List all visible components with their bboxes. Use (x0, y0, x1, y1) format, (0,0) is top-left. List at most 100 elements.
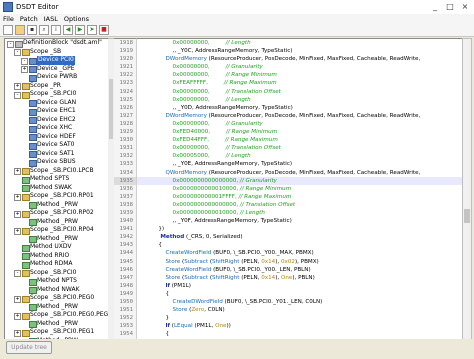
code-line[interactable]: 0xFED44FFF, // Range Maximum (137, 136, 462, 144)
collapse-icon[interactable]: - (14, 91, 21, 99)
tree-node[interactable]: Method _PRW (5, 303, 109, 311)
code-line[interactable]: 0x00000000, // Translation Offset (137, 88, 462, 96)
expand-icon[interactable]: + (14, 295, 21, 303)
forward-arrow-icon[interactable]: ▶ (75, 25, 85, 35)
code-line[interactable]: CreateDWordField (BUF0, \_SB.PCI0._Y01._… (137, 298, 462, 306)
code-line[interactable]: 0x00000000, // Range Minimum (137, 71, 462, 79)
find-icon[interactable]: ⌕ (39, 25, 49, 35)
code-line[interactable]: Store (Subtract (ShiftRight (PELN, 0x14)… (137, 274, 462, 282)
tree-node[interactable]: + Scope _PR (5, 82, 109, 90)
tree-node[interactable]: Device SAT0 (5, 141, 109, 150)
code-line[interactable]: 0xFED40000, // Range Minimum (137, 128, 462, 136)
code-line[interactable]: ,, _Y0F, AddressRangeMemory, TypeStatic) (137, 217, 462, 225)
tree-node[interactable]: + Scope _SB.PCI0.RP04 (5, 226, 109, 235)
menu-file[interactable]: File (0, 15, 17, 23)
code-line[interactable]: { (137, 290, 462, 298)
code-line[interactable]: If (LEqual (PM1L, One)) (137, 322, 462, 330)
tree-node[interactable]: + Scope _SB.PCI0.RP02 (5, 209, 109, 218)
code-line[interactable]: 0x00000000, // Granularity (137, 120, 462, 128)
code-line[interactable]: }) (137, 225, 462, 233)
minimize-button[interactable]: _ (429, 2, 441, 12)
code-line[interactable]: 0x00000000, // Length (137, 39, 462, 47)
code-line[interactable]: Store (Subtract (ShiftRight (PELN, 0x14)… (137, 258, 462, 266)
tree-node[interactable]: Device SBUS (5, 158, 109, 167)
tree-node[interactable]: + Scope _SB.PCI0.LPCB (5, 167, 109, 175)
new-file-icon[interactable] (3, 25, 13, 35)
expand-icon[interactable]: + (21, 66, 28, 73)
code-line[interactable]: CreateWordField (BUF0, \_SB.PCI0._Y00._L… (137, 266, 462, 274)
code-line[interactable]: { (137, 241, 462, 249)
dsdt-tree-view[interactable]: - DefinitionBlock "dsdt.aml" - Scope _SB - De… (4, 38, 110, 340)
menu-iasl[interactable]: IASL (41, 15, 61, 23)
tree-node[interactable]: - DefinitionBlock "dsdt.aml" (5, 39, 109, 48)
code-line[interactable]: } (137, 314, 462, 322)
code-line[interactable]: 0xFEAFFFFF, // Range Maximum (137, 79, 462, 87)
collapse-icon[interactable]: - (7, 40, 14, 48)
tree-node[interactable]: Method _PRW (5, 201, 109, 209)
update-tree-button[interactable]: Update tree (6, 341, 52, 354)
tree-node[interactable]: Device SAT1 (5, 150, 109, 158)
save-icon[interactable]: ▪ (27, 25, 37, 35)
tree-node[interactable]: Method _PRW (5, 218, 109, 226)
tree-node[interactable]: Method _PRW (5, 320, 109, 328)
tree-node[interactable]: + Scope _SB.PCI0.PEG0.PEGP (5, 311, 109, 320)
code-line[interactable]: CreateWordField (BUF0, \_SB.PCI0._Y00._M… (137, 249, 462, 257)
tree-node[interactable]: Method UXDV (5, 243, 109, 252)
expand-icon[interactable]: + (14, 227, 21, 235)
expand-icon[interactable]: + (14, 312, 21, 320)
expand-icon[interactable]: + (14, 210, 21, 218)
tree-node[interactable]: Method SWAK (5, 184, 109, 192)
menu-options[interactable]: Options (61, 15, 92, 23)
editor-scrollbar-thumb[interactable] (464, 209, 470, 223)
tree-node[interactable]: + Device _GPE (5, 65, 109, 73)
tree-node[interactable]: Device EHC1 (5, 107, 109, 116)
expand-icon[interactable]: + (14, 168, 21, 175)
code-line[interactable]: Method (_CRS, 0, Serialized) (137, 233, 462, 241)
tree-node[interactable]: + Scope _SB.PCI0.PEG0 (5, 294, 109, 303)
stop-icon[interactable]: ■ (99, 25, 109, 35)
tree-node[interactable]: Method NWAK (5, 286, 109, 294)
tree-node[interactable]: + Scope _SB.PCI0.RP01 (5, 192, 109, 201)
info-icon[interactable]: i (51, 25, 61, 35)
tree-node[interactable]: Method RDMA (5, 260, 109, 269)
tree-node[interactable]: Device GLAN (5, 99, 109, 107)
run-icon[interactable]: ➤ (87, 25, 97, 35)
tree-node[interactable]: Method _PRW (5, 235, 109, 243)
tree-node[interactable]: - Scope _SB.PCI0 (5, 269, 109, 277)
tree-node[interactable]: - Scope _SB (5, 48, 109, 56)
code-line[interactable]: Store (Zero, C0LN) (137, 306, 462, 314)
code-line[interactable]: QWordMemory (ResourceProducer, PosDecode… (137, 169, 462, 177)
code-line[interactable]: DWordMemory (ResourceProducer, PosDecode… (137, 55, 462, 63)
expand-icon[interactable]: + (14, 83, 21, 90)
tree-scrollbar-thumb[interactable] (109, 79, 113, 139)
code-line[interactable]: 0x0000000000000000, // Granularity (137, 176, 462, 185)
code-line[interactable]: 0x0000000000010000, // Length (137, 209, 462, 217)
tree-node[interactable]: Device PWRB (5, 73, 109, 82)
tree-node[interactable]: Method NPTS (5, 277, 109, 286)
expand-icon[interactable]: + (14, 329, 21, 337)
open-folder-icon[interactable] (15, 25, 25, 35)
maximize-button[interactable]: □ (444, 2, 456, 12)
code-line[interactable]: DWordMemory (ResourceProducer, PosDecode… (137, 112, 462, 120)
tree-node[interactable]: Device EHC2 (5, 116, 109, 124)
collapse-icon[interactable]: - (14, 49, 21, 56)
menu-patch[interactable]: Patch (17, 15, 41, 23)
code-line[interactable]: 0x00000000, // Length (137, 96, 462, 104)
code-line[interactable]: If (PM1L) (137, 282, 462, 290)
tree-node[interactable]: Device XHC (5, 124, 109, 133)
tree-node[interactable]: Device HDEF (5, 133, 109, 141)
expand-icon[interactable]: + (14, 193, 21, 201)
tree-node[interactable]: - Device PCI0 (5, 56, 109, 65)
tree-node[interactable]: - Scope _SB.PCI0 (5, 90, 109, 99)
code-line[interactable]: 0x00000000, // Granularity (137, 63, 462, 71)
code-line[interactable]: 0x0000000000000000, // Translation Offse… (137, 201, 462, 209)
code-line[interactable]: ,, _Y0C, AddressRangeMemory, TypeStatic) (137, 47, 462, 55)
code-line[interactable]: ,, _Y0D, AddressRangeMemory, TypeStatic) (137, 104, 462, 112)
tree-node[interactable]: + Scope _SB.PCI0.PEG1 (5, 328, 109, 337)
editor-scrollbar[interactable] (462, 38, 472, 340)
code-line[interactable]: ,, _Y0E, AddressRangeMemory, TypeStatic) (137, 160, 462, 168)
code-line[interactable]: 0x00000000, // Translation Offset (137, 144, 462, 152)
collapse-icon[interactable]: - (14, 270, 21, 277)
close-button[interactable]: × (459, 2, 471, 12)
tree-node[interactable]: Method SPTS (5, 175, 109, 184)
